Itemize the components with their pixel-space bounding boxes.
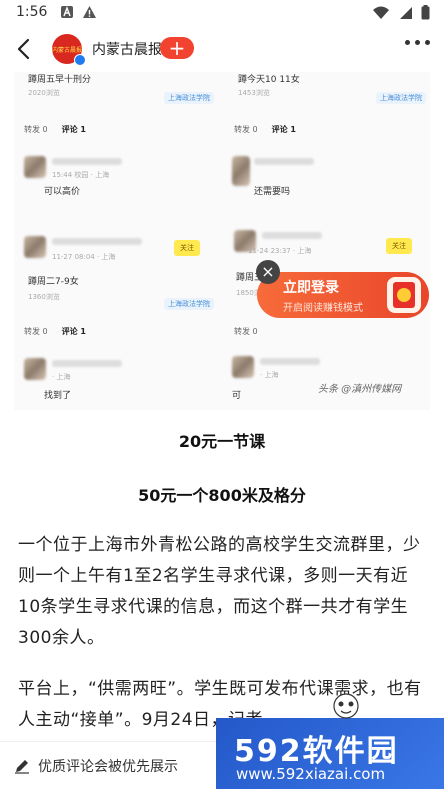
post-views: 1453浏览: [238, 89, 270, 97]
comment-input[interactable]: 优质评论会被优先展示: [14, 752, 224, 780]
post-tag: 上海政法学院: [164, 92, 214, 104]
post-actions: 转发 0 评论 1: [234, 125, 296, 134]
watermark-brand: 592软件园: [234, 734, 399, 769]
back-arrow-icon[interactable]: [12, 36, 38, 62]
section-heading: 50元一个800米及格分: [138, 486, 306, 505]
post-tag: 上海政法学院: [164, 298, 214, 310]
account-name[interactable]: 内蒙古晨报: [92, 39, 162, 59]
comment-placeholder: 优质评论会被优先展示: [38, 759, 178, 775]
image-source-watermark: 头条 @滇州传媒网: [318, 384, 402, 395]
post-text: 蹲今天10 11女: [238, 75, 300, 85]
reply-meta: · 上海: [260, 371, 279, 379]
article-image: 蹲周五早十刑分 2020浏览 上海政法学院 转发 0 评论 1 蹲今天10 11…: [14, 72, 430, 410]
watermark-url: www.592xiazai.com: [236, 765, 386, 783]
warning-icon: [83, 6, 96, 18]
post-tag: 上海政法学院: [376, 92, 426, 104]
blurred-avatar: [24, 358, 46, 380]
mini-follow-badge: 关注: [174, 240, 200, 256]
article-paragraph: 一个位于上海市外青松公路的高校学生交流群里，少则一个上午有1至2名学生寻求代课，…: [18, 535, 421, 648]
post-actions: 转发 0 评论 1: [24, 327, 86, 336]
blurred-avatar: [24, 156, 46, 178]
blurred-name: [254, 158, 314, 165]
login-popup-subtitle: 开启阅读赚钱模式: [283, 303, 363, 314]
reply-text: 找到了: [44, 391, 72, 401]
status-time: 1:56: [16, 4, 48, 20]
signal-icon: [400, 6, 412, 19]
pencil-icon: [15, 760, 29, 774]
battery-icon: [421, 5, 430, 20]
post-views: 2020浏览: [28, 89, 60, 97]
follow-button[interactable]: +: [160, 37, 194, 59]
blurred-name: [260, 358, 320, 365]
post-meta: 11-24 23:37 · 上海: [248, 247, 312, 255]
post-actions: 转发 0 评论 1: [24, 125, 86, 134]
blurred-avatar: [232, 356, 254, 378]
reply-text: 可: [232, 391, 242, 401]
article-header: 内蒙古晨报 内蒙古晨报 +: [0, 26, 444, 72]
notification-a-icon: [61, 6, 73, 18]
avatar-logo-text: 内蒙古晨报: [52, 46, 83, 54]
reply-text: 还需要吗: [254, 187, 291, 197]
wifi-icon: [373, 6, 389, 19]
verified-badge-icon: [74, 54, 86, 66]
blurred-name: [52, 158, 122, 165]
login-popup-title: 立即登录: [283, 280, 339, 296]
close-icon[interactable]: ×: [256, 260, 280, 284]
more-options-icon[interactable]: [405, 40, 430, 45]
post-text: 蹲周二7-9女: [28, 277, 79, 287]
blurred-name: [52, 360, 122, 367]
post-actions: 转发 0: [234, 327, 258, 336]
reply-meta: 15:44 校园 · 上海: [52, 171, 110, 179]
blurred-name: [262, 232, 322, 239]
mascot-icon: [333, 693, 359, 719]
login-popup[interactable]: 立即登录 开启阅读赚钱模式: [257, 272, 429, 318]
blurred-name: [52, 238, 142, 245]
reply-text: 可以高价: [44, 187, 81, 197]
blurred-avatar: [232, 156, 250, 186]
mini-follow-badge: 关注: [386, 238, 412, 254]
post-meta: 11-27 08:04 · 上海: [52, 253, 116, 261]
blurred-avatar: [24, 236, 46, 258]
status-bar: 1:56: [0, 0, 444, 26]
red-packet-icon: [387, 277, 421, 313]
post-text: 蹲周五早十刑分: [28, 75, 92, 85]
site-watermark: 592软件园 www.592xiazai.com: [216, 718, 444, 789]
post-views: 1360浏览: [28, 293, 60, 301]
section-heading: 20元一节课: [178, 432, 266, 451]
reply-meta: · 上海: [52, 373, 71, 381]
